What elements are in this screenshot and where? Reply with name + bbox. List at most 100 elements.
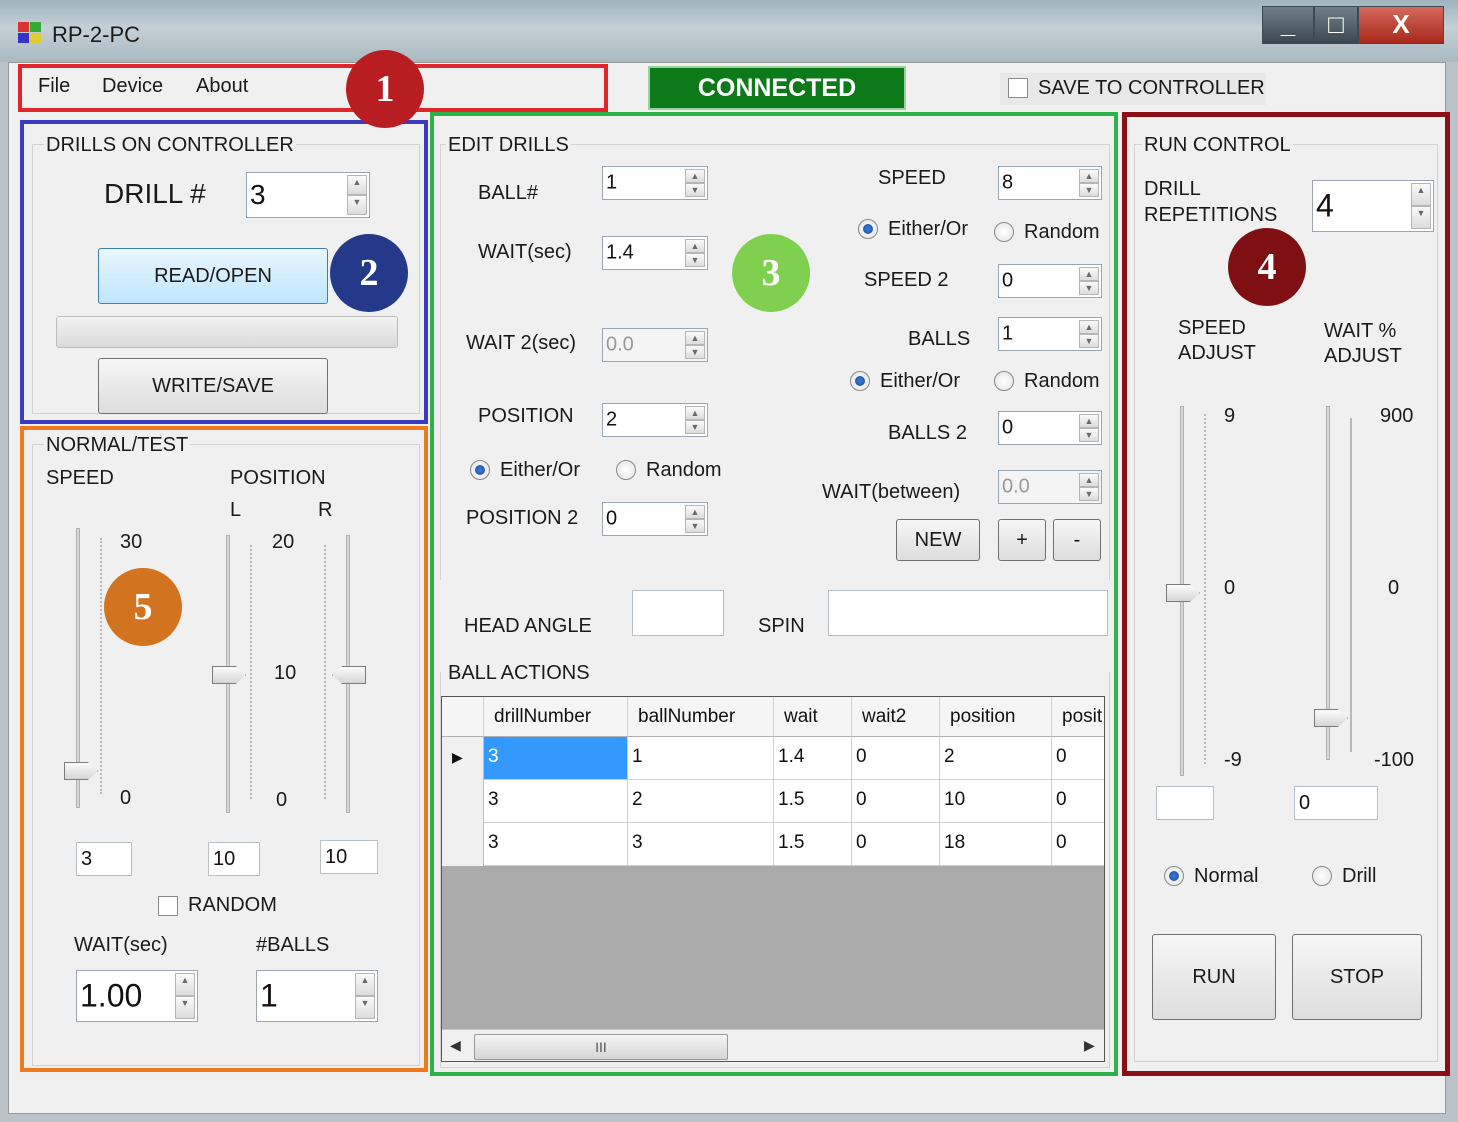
table-cell[interactable]: 3 <box>628 823 774 866</box>
spin-down-icon[interactable]: ▼ <box>347 195 367 215</box>
spin-up-icon[interactable]: ▲ <box>1079 267 1099 281</box>
spin-up-icon[interactable]: ▲ <box>685 505 705 519</box>
head-angle-field[interactable] <box>632 590 724 636</box>
nt-pos-l-value[interactable]: 10 <box>208 842 260 876</box>
spin-down-icon[interactable]: ▼ <box>1079 334 1099 348</box>
nt-speed-value[interactable]: 3 <box>76 842 132 876</box>
scroll-thumb[interactable]: III <box>474 1034 728 1060</box>
spin-field[interactable] <box>828 590 1108 636</box>
table-cell[interactable]: 0 <box>852 823 940 866</box>
save-to-controller-checkbox[interactable] <box>1008 78 1028 98</box>
minimize-button[interactable]: _ <box>1262 6 1314 44</box>
position2-spinner[interactable]: 0 ▲ ▼ <box>602 502 708 536</box>
ball-actions-grid[interactable]: drillNumber ballNumber wait wait2 positi… <box>441 696 1105 1062</box>
spin-up-icon[interactable]: ▲ <box>1079 320 1099 334</box>
spin-down-icon[interactable]: ▼ <box>1079 183 1099 197</box>
table-cell[interactable]: 18 <box>940 823 1052 866</box>
stop-button[interactable]: STOP <box>1292 934 1422 1020</box>
add-ball-button[interactable]: + <box>998 519 1046 561</box>
grid-header[interactable]: drillNumber <box>484 697 628 737</box>
spin-down-icon[interactable]: ▼ <box>1079 428 1099 442</box>
table-cell[interactable]: 2 <box>628 780 774 823</box>
normal-mode-radio[interactable] <box>1164 866 1184 886</box>
spin-down-icon[interactable]: ▼ <box>1079 487 1099 501</box>
grid-header[interactable]: wait2 <box>852 697 940 737</box>
speed-adjust-value[interactable] <box>1156 786 1214 820</box>
table-cell[interactable]: 0 <box>852 780 940 823</box>
close-button[interactable]: X <box>1358 6 1444 44</box>
spin-down-icon[interactable]: ▼ <box>685 253 705 267</box>
speed-random-radio[interactable] <box>994 222 1014 242</box>
spin-up-icon[interactable]: ▲ <box>685 331 705 345</box>
position-either-or-radio[interactable] <box>470 460 490 480</box>
spin-up-icon[interactable]: ▲ <box>347 175 367 195</box>
table-cell[interactable]: 0 <box>1052 823 1104 866</box>
speed2-spinner[interactable]: 0 ▲ ▼ <box>998 264 1102 298</box>
scroll-left-icon[interactable]: ◀ <box>450 1037 461 1054</box>
drill-number-spinner[interactable]: 3 ▲ ▼ <box>246 172 370 218</box>
table-cell[interactable]: 10 <box>940 780 1052 823</box>
spin-up-icon[interactable]: ▲ <box>1411 183 1431 206</box>
speed-spinner[interactable]: 8 ▲ ▼ <box>998 166 1102 200</box>
menu-device[interactable]: Device <box>102 75 163 98</box>
write-save-button[interactable]: WRITE/SAVE <box>98 358 328 414</box>
balls-either-or-radio[interactable] <box>850 371 870 391</box>
speed-either-or-radio[interactable] <box>858 219 878 239</box>
spin-down-icon[interactable]: ▼ <box>685 345 705 359</box>
nt-pos-r-value[interactable]: 10 <box>320 840 378 874</box>
nt-wait-spinner[interactable]: 1.00 ▲ ▼ <box>76 970 198 1022</box>
table-cell[interactable]: 0 <box>1052 780 1104 823</box>
ball-number-spinner[interactable]: 1 ▲ ▼ <box>602 166 708 200</box>
spin-up-icon[interactable]: ▲ <box>685 169 705 183</box>
menu-about[interactable]: About <box>196 75 248 98</box>
spin-up-icon[interactable]: ▲ <box>355 973 375 996</box>
wait-between-spinner[interactable]: 0.0 ▲ ▼ <box>998 470 1102 504</box>
spin-down-icon[interactable]: ▼ <box>685 183 705 197</box>
spin-down-icon[interactable]: ▼ <box>355 996 375 1019</box>
run-button[interactable]: RUN <box>1152 934 1276 1020</box>
table-cell[interactable]: 0 <box>852 737 940 780</box>
table-cell[interactable]: 3 <box>484 823 628 866</box>
spin-down-icon[interactable]: ▼ <box>685 519 705 533</box>
balls-spinner[interactable]: 1 ▲ ▼ <box>998 317 1102 351</box>
spin-up-icon[interactable]: ▲ <box>1079 473 1099 487</box>
table-cell[interactable]: 0 <box>1052 737 1104 780</box>
table-cell[interactable]: 1.5 <box>774 780 852 823</box>
grid-header[interactable]: ballNumber <box>628 697 774 737</box>
spin-up-icon[interactable]: ▲ <box>685 406 705 420</box>
nt-balls-spinner[interactable]: 1 ▲ ▼ <box>256 970 378 1022</box>
table-cell[interactable]: 1 <box>628 737 774 780</box>
read-open-button[interactable]: READ/OPEN <box>98 248 328 304</box>
drill-mode-radio[interactable] <box>1312 866 1332 886</box>
remove-ball-button[interactable]: - <box>1053 519 1101 561</box>
spin-down-icon[interactable]: ▼ <box>1079 281 1099 295</box>
spin-up-icon[interactable]: ▲ <box>685 239 705 253</box>
new-ball-button[interactable]: NEW <box>896 519 980 561</box>
scroll-right-icon[interactable]: ▶ <box>1084 1037 1095 1054</box>
table-cell[interactable]: 3 <box>484 737 628 780</box>
position-random-radio[interactable] <box>616 460 636 480</box>
spin-down-icon[interactable]: ▼ <box>175 996 195 1019</box>
grid-header[interactable]: posit <box>1052 697 1104 737</box>
balls2-spinner[interactable]: 0 ▲ ▼ <box>998 411 1102 445</box>
drill-repetitions-spinner[interactable]: 4 ▲ ▼ <box>1312 180 1434 232</box>
nt-random-checkbox[interactable] <box>158 896 178 916</box>
menu-file[interactable]: File <box>38 75 70 98</box>
spin-down-icon[interactable]: ▼ <box>1411 206 1431 229</box>
maximize-button[interactable]: □ <box>1314 6 1358 44</box>
position-spinner[interactable]: 2 ▲ ▼ <box>602 403 708 437</box>
table-cell[interactable]: 1.4 <box>774 737 852 780</box>
spin-up-icon[interactable]: ▲ <box>1079 169 1099 183</box>
grid-header[interactable]: position <box>940 697 1052 737</box>
spin-up-icon[interactable]: ▲ <box>175 973 195 996</box>
wait2-spinner[interactable]: 0.0 ▲ ▼ <box>602 328 708 362</box>
wait-spinner[interactable]: 1.4 ▲ ▼ <box>602 236 708 270</box>
table-cell[interactable]: 3 <box>484 780 628 823</box>
spin-down-icon[interactable]: ▼ <box>685 420 705 434</box>
wait-adjust-value[interactable]: 0 <box>1294 786 1378 820</box>
table-cell[interactable]: 2 <box>940 737 1052 780</box>
spin-up-icon[interactable]: ▲ <box>1079 414 1099 428</box>
table-cell[interactable]: 1.5 <box>774 823 852 866</box>
balls-random-radio[interactable] <box>994 371 1014 391</box>
grid-header[interactable]: wait <box>774 697 852 737</box>
